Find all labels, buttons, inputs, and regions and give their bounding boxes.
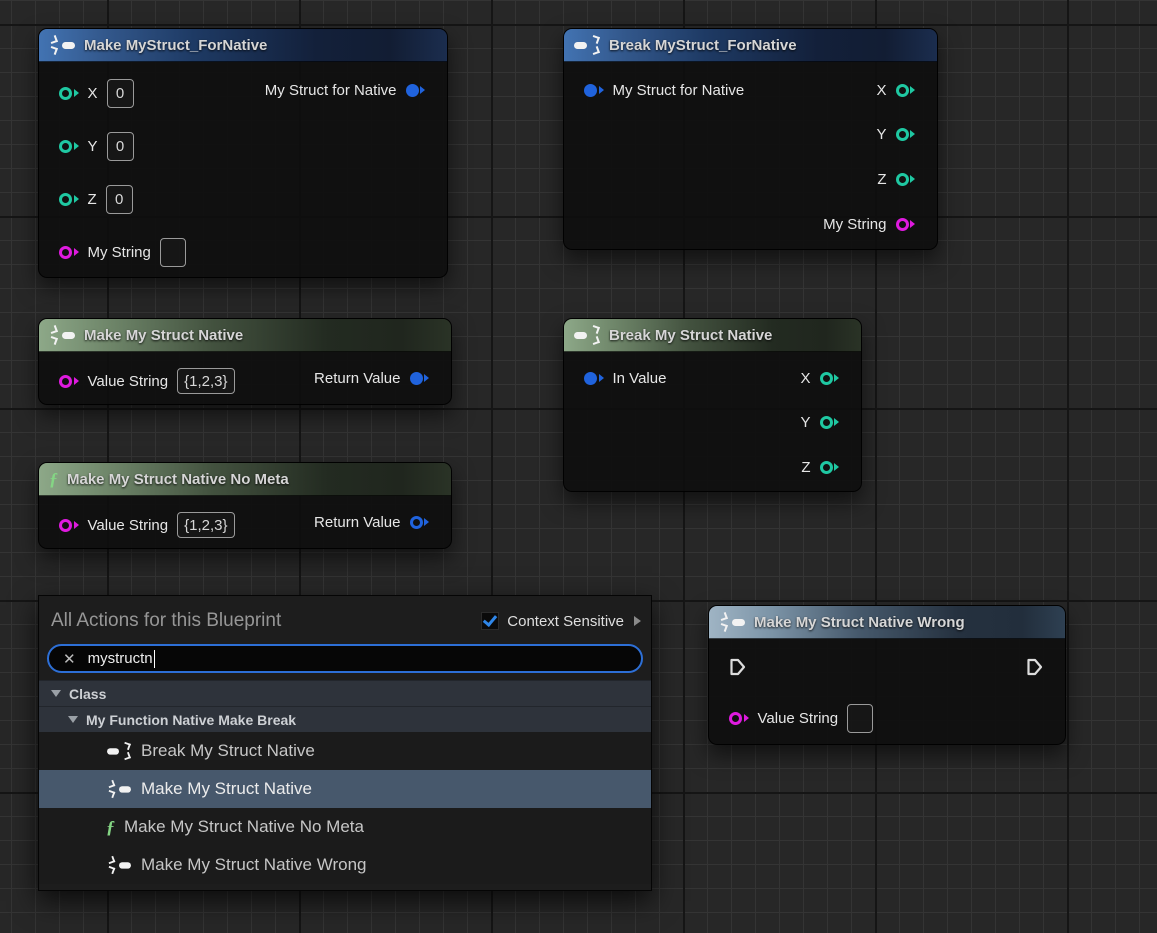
chevron-down-icon xyxy=(68,716,78,723)
pin-label: Value String xyxy=(88,517,169,534)
value-field-value-string[interactable] xyxy=(847,704,873,733)
node-header[interactable]: Make My Struct Native xyxy=(39,319,451,352)
category-my-function-native-make-break[interactable]: My Function Native Make Break xyxy=(39,706,651,732)
pin-label: In Value xyxy=(613,370,667,387)
value-field-y[interactable]: 0 xyxy=(107,132,134,161)
node-title: Make My Struct Native No Meta xyxy=(67,471,289,488)
input-pin-value-string[interactable] xyxy=(729,712,749,725)
pin-label: Return Value xyxy=(314,370,400,387)
node-title: Make My Struct Native xyxy=(84,327,243,344)
text-cursor xyxy=(154,650,156,668)
output-pin-return-value[interactable] xyxy=(410,372,430,385)
node-title: Make MyStruct_ForNative xyxy=(84,37,267,54)
pin-label: My Struct for Native xyxy=(265,82,397,99)
make-struct-icon xyxy=(107,781,131,798)
menu-title: All Actions for this Blueprint xyxy=(51,610,481,632)
pin-label: My String xyxy=(88,244,151,261)
node-header[interactable]: Make My Struct Native Wrong xyxy=(709,606,1065,639)
node-make-mystruct-fornative[interactable]: Make MyStruct_ForNative X 0 Y 0 Z 0 My S… xyxy=(38,28,448,278)
pin-label: Return Value xyxy=(314,514,400,531)
menu-item-make-my-struct-native[interactable]: Make My Struct Native xyxy=(39,770,651,808)
output-pin-x[interactable] xyxy=(896,84,916,97)
input-pin-x[interactable] xyxy=(59,87,79,100)
output-pin-y[interactable] xyxy=(896,128,916,141)
node-header[interactable]: Break My Struct Native xyxy=(564,319,861,352)
output-pin-my-string[interactable] xyxy=(896,218,916,231)
chevron-down-icon xyxy=(51,690,61,697)
output-pin-x[interactable] xyxy=(820,372,840,385)
clear-search-icon[interactable]: ✕ xyxy=(63,650,76,668)
node-break-mystruct-fornative[interactable]: Break MyStruct_ForNative My Struct for N… xyxy=(563,28,938,250)
pin-label: Value String xyxy=(88,373,169,390)
node-header[interactable]: Make MyStruct_ForNative xyxy=(39,29,447,62)
pin-label: Y xyxy=(800,414,810,431)
node-header[interactable]: ƒ Make My Struct Native No Meta xyxy=(39,463,451,496)
blueprint-action-menu: All Actions for this Blueprint Context S… xyxy=(38,595,652,891)
category-class[interactable]: Class xyxy=(39,680,651,706)
pin-label: Value String xyxy=(758,710,839,727)
value-field-my-string[interactable] xyxy=(160,238,186,267)
function-icon: ƒ xyxy=(49,470,58,488)
input-pin-y[interactable] xyxy=(59,140,79,153)
node-make-my-struct-native[interactable]: Make My Struct Native Value String {1,2,… xyxy=(38,318,452,405)
menu-item-make-my-struct-native-no-meta[interactable]: ƒ Make My Struct Native No Meta xyxy=(39,808,651,846)
value-field-value-string[interactable]: {1,2,3} xyxy=(177,368,234,394)
menu-item-make-my-struct-native-wrong[interactable]: Make My Struct Native Wrong xyxy=(39,846,651,884)
node-make-my-struct-native-no-meta[interactable]: ƒ Make My Struct Native No Meta Value St… xyxy=(38,462,452,549)
pin-label: X xyxy=(800,370,810,387)
context-sensitive-label: Context Sensitive xyxy=(507,613,624,630)
pin-label: Z xyxy=(88,191,97,208)
search-text: mystructn xyxy=(88,650,153,667)
break-struct-icon xyxy=(574,36,600,54)
break-struct-icon xyxy=(107,743,131,760)
pin-label: X xyxy=(876,82,886,99)
break-struct-icon xyxy=(574,326,600,344)
search-input[interactable]: ✕ mystructn xyxy=(47,644,643,673)
pin-label: Z xyxy=(877,171,886,188)
pin-label: Y xyxy=(88,138,98,155)
output-pin-return-value[interactable] xyxy=(410,516,430,529)
value-field-z[interactable]: 0 xyxy=(106,185,133,214)
node-title: Make My Struct Native Wrong xyxy=(754,614,965,631)
node-title: Break My Struct Native xyxy=(609,327,772,344)
exec-input-pin[interactable] xyxy=(729,658,746,676)
input-pin-my-string[interactable] xyxy=(59,246,79,259)
input-pin-value-string[interactable] xyxy=(59,519,79,532)
output-pin-z[interactable] xyxy=(896,173,916,186)
node-break-my-struct-native[interactable]: Break My Struct Native In Value X Y Z xyxy=(563,318,862,492)
pin-label: X xyxy=(88,85,98,102)
pin-label: My String xyxy=(823,216,886,233)
node-header[interactable]: Break MyStruct_ForNative xyxy=(564,29,937,62)
node-make-my-struct-native-wrong[interactable]: Make My Struct Native Wrong Value String xyxy=(708,605,1066,745)
node-title: Break MyStruct_ForNative xyxy=(609,37,797,54)
pin-label: Z xyxy=(801,459,810,476)
function-icon: ƒ xyxy=(106,818,115,836)
pin-label: My Struct for Native xyxy=(613,82,745,99)
make-struct-icon xyxy=(107,857,131,874)
value-field-value-string[interactable]: {1,2,3} xyxy=(177,512,234,538)
exec-output-pin[interactable] xyxy=(1026,658,1043,676)
input-pin-in-value[interactable] xyxy=(584,372,604,385)
output-pin-z[interactable] xyxy=(820,461,840,474)
chevron-right-icon[interactable] xyxy=(634,616,641,626)
blueprint-graph-canvas[interactable]: Make MyStruct_ForNative X 0 Y 0 Z 0 My S… xyxy=(0,0,1157,933)
input-pin-struct[interactable] xyxy=(584,84,604,97)
pin-label: Y xyxy=(876,126,886,143)
output-pin-y[interactable] xyxy=(820,416,840,429)
output-pin-struct[interactable] xyxy=(406,84,426,97)
make-struct-icon xyxy=(719,613,745,631)
menu-item-break-my-struct-native[interactable]: Break My Struct Native xyxy=(39,732,651,770)
make-struct-icon xyxy=(49,36,75,54)
input-pin-value-string[interactable] xyxy=(59,375,79,388)
context-sensitive-checkbox[interactable] xyxy=(481,612,499,630)
value-field-x[interactable]: 0 xyxy=(107,79,134,108)
make-struct-icon xyxy=(49,326,75,344)
input-pin-z[interactable] xyxy=(59,193,79,206)
